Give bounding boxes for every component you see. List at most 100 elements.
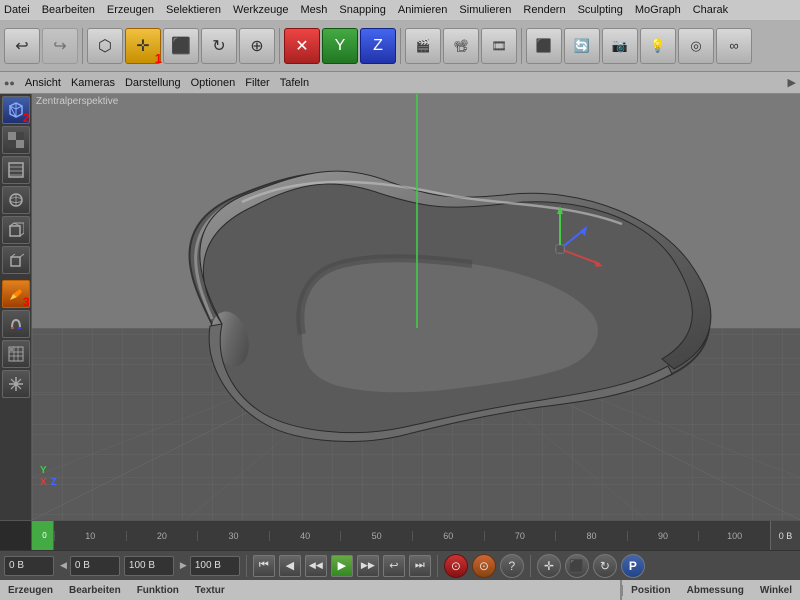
select-tool-button[interactable]: ⬡ bbox=[87, 28, 123, 64]
menu-selektieren[interactable]: Selektieren bbox=[166, 4, 221, 16]
transport-square-btn[interactable]: ⬛ bbox=[565, 554, 589, 578]
transport-sep3 bbox=[530, 555, 531, 577]
camera-btn3[interactable]: 🎞 bbox=[481, 28, 517, 64]
transport-loop-btn[interactable]: ↩ bbox=[383, 555, 405, 577]
camera-obj-btn[interactable]: 📷 bbox=[602, 28, 638, 64]
checkerboard-btn[interactable] bbox=[2, 126, 30, 154]
viewport-label: Zentralperspektive bbox=[36, 96, 118, 107]
transport-end-btn[interactable]: ⏭ bbox=[409, 555, 431, 577]
transport-field4[interactable]: 100 B bbox=[190, 556, 240, 576]
z-axis-button[interactable]: Z bbox=[360, 28, 396, 64]
bottom-bar: Erzeugen Bearbeiten Funktion Textur Posi… bbox=[0, 580, 800, 600]
cube-btn[interactable]: ⬛ bbox=[526, 28, 562, 64]
transport-circle1[interactable]: ⊙ bbox=[444, 554, 468, 578]
subtoolbar-arrow[interactable]: ▶ bbox=[788, 76, 796, 89]
menu-animieren[interactable]: Animieren bbox=[398, 4, 448, 16]
menu-simulieren[interactable]: Simulieren bbox=[459, 4, 511, 16]
camera-btn1[interactable]: 🎬 bbox=[405, 28, 441, 64]
subtoolbar-filter[interactable]: Filter bbox=[245, 77, 269, 89]
timeline-track[interactable]: 0 10 20 30 40 50 60 70 80 90 100 bbox=[32, 521, 770, 550]
xz-axis-labels: X Z bbox=[40, 477, 57, 488]
transport-field3[interactable]: 100 B bbox=[124, 556, 174, 576]
perspective-btn[interactable]: 2 bbox=[2, 96, 30, 124]
extra-btn[interactable]: ∞ bbox=[716, 28, 752, 64]
undo-button[interactable]: ↩ bbox=[4, 28, 40, 64]
num1-badge: 1 bbox=[155, 52, 162, 65]
menu-erzeugen[interactable]: Erzeugen bbox=[107, 4, 154, 16]
timeline: 0 10 20 30 40 50 60 70 80 90 100 0 B bbox=[0, 520, 800, 550]
menu-mograph[interactable]: MoGraph bbox=[635, 4, 681, 16]
transport-next-btn[interactable]: ▶▶ bbox=[357, 555, 379, 577]
sep4 bbox=[521, 28, 522, 64]
transport-field2[interactable]: 0 B bbox=[70, 556, 120, 576]
sep3 bbox=[400, 28, 401, 64]
menu-rendern[interactable]: Rendern bbox=[523, 4, 565, 16]
left-sidebar: 2 3 bbox=[0, 94, 32, 520]
main-toolbar: ↩ ↪ ⬡ ✛ 1 ⬛ ↻ ⊕ ✕ Y Z 🎬 📽 🎞 ⬛ 🔄 📷 💡 ◎ ∞ bbox=[0, 20, 800, 72]
bottom-erzeugen[interactable]: Erzeugen bbox=[8, 585, 53, 596]
menu-werkzeuge[interactable]: Werkzeuge bbox=[233, 4, 288, 16]
main-area: 2 3 bbox=[0, 94, 800, 520]
rotate-tool-button[interactable]: ↻ bbox=[201, 28, 237, 64]
transport-play-btn[interactable]: ▶ bbox=[331, 555, 353, 577]
undo-redo-group: ↩ ↪ bbox=[4, 28, 78, 64]
sweep-object bbox=[82, 144, 762, 464]
subtoolbar-tafeln[interactable]: Tafeln bbox=[280, 77, 309, 89]
bend-btn[interactable]: ◎ bbox=[678, 28, 714, 64]
tick-100: 100 bbox=[698, 531, 770, 541]
transport-field1[interactable]: 0 B bbox=[4, 556, 54, 576]
sphere-btn[interactable] bbox=[2, 186, 30, 214]
viewport[interactable]: Zentralperspektive bbox=[32, 94, 800, 520]
twist-btn[interactable]: 🔄 bbox=[564, 28, 600, 64]
subtoolbar-kameras[interactable]: Kameras bbox=[71, 77, 115, 89]
sep1 bbox=[82, 28, 83, 64]
transport-cross-btn[interactable]: ✛ bbox=[537, 554, 561, 578]
transport-circle3[interactable]: ? bbox=[500, 554, 524, 578]
x-axis-label: X bbox=[40, 477, 47, 488]
transport-val1: 0 B bbox=[9, 560, 24, 571]
bottom-funktion[interactable]: Funktion bbox=[137, 585, 179, 596]
redo-button[interactable]: ↪ bbox=[42, 28, 78, 64]
scale-tool-button[interactable]: ⊕ bbox=[239, 28, 275, 64]
subtoolbar-ansicht[interactable]: Ansicht bbox=[25, 77, 61, 89]
camera-btn2[interactable]: 📽 bbox=[443, 28, 479, 64]
transport-start-btn[interactable]: ⏮ bbox=[253, 555, 275, 577]
sidebar-num2: 2 bbox=[23, 112, 30, 124]
transport-prev2-btn[interactable]: ◀◀ bbox=[305, 555, 327, 577]
box2-btn[interactable] bbox=[2, 246, 30, 274]
bottom-position[interactable]: Position bbox=[631, 585, 670, 596]
snowflake-btn[interactable] bbox=[2, 370, 30, 398]
magnet-btn[interactable] bbox=[2, 310, 30, 338]
bottom-winkel[interactable]: Winkel bbox=[760, 585, 792, 596]
transport-circle2[interactable]: ⊙ bbox=[472, 554, 496, 578]
menu-snapping[interactable]: Snapping bbox=[339, 4, 386, 16]
lights-btn[interactable]: 💡 bbox=[640, 28, 676, 64]
menu-charak[interactable]: Charak bbox=[693, 4, 728, 16]
move-tool-button[interactable]: ✛ 1 bbox=[125, 28, 161, 64]
transport-p-btn[interactable]: P bbox=[621, 554, 645, 578]
x-axis-button[interactable]: ✕ bbox=[284, 28, 320, 64]
tick-50: 50 bbox=[340, 531, 412, 541]
transport-prev-btn[interactable]: ◀ bbox=[279, 555, 301, 577]
subtoolbar-darstellung[interactable]: Darstellung bbox=[125, 77, 181, 89]
bottom-bearbeiten[interactable]: Bearbeiten bbox=[69, 585, 121, 596]
wireframe-btn[interactable] bbox=[2, 156, 30, 184]
grid-btn[interactable] bbox=[2, 340, 30, 368]
transport-field2-group: ◀ 0 B bbox=[58, 556, 120, 576]
menu-sculpting[interactable]: Sculpting bbox=[578, 4, 623, 16]
timeline-right-label: 0 B bbox=[770, 521, 800, 550]
bottom-abmessung[interactable]: Abmessung bbox=[687, 585, 744, 596]
active-tool-btn[interactable]: 3 bbox=[2, 280, 30, 308]
menu-bearbeiten[interactable]: Bearbeiten bbox=[42, 4, 95, 16]
object-tool-button[interactable]: ⬛ bbox=[163, 28, 199, 64]
menu-mesh[interactable]: Mesh bbox=[300, 4, 327, 16]
transport-refresh-btn[interactable]: ↻ bbox=[593, 554, 617, 578]
y-axis-button[interactable]: Y bbox=[322, 28, 358, 64]
bottom-left-section: Erzeugen Bearbeiten Funktion Textur bbox=[0, 585, 620, 596]
bottom-textur[interactable]: Textur bbox=[195, 585, 225, 596]
menu-bar: Datei Bearbeiten Erzeugen Selektieren We… bbox=[0, 0, 800, 20]
menu-datei[interactable]: Datei bbox=[4, 4, 30, 16]
tick-10: 10 bbox=[54, 531, 126, 541]
box-btn[interactable] bbox=[2, 216, 30, 244]
subtoolbar-optionen[interactable]: Optionen bbox=[191, 77, 236, 89]
